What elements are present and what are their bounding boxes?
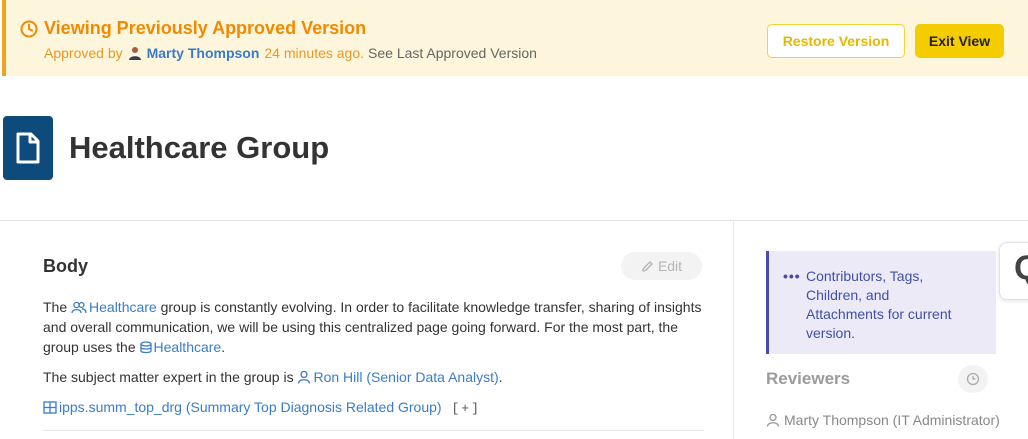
healthcare-database-label: Healthcare	[153, 339, 222, 355]
edit-button[interactable]: Edit	[621, 252, 702, 280]
approved-time: 24 minutes ago.	[264, 45, 365, 61]
approved-version-banner: Viewing Previously Approved Version Appr…	[2, 0, 1028, 76]
healthcare-database-link[interactable]: Healthcare	[139, 339, 222, 355]
p1-text-a: The	[43, 299, 68, 315]
clock-icon	[966, 372, 980, 386]
avatar	[128, 46, 142, 60]
healthcare-group-link[interactable]: Healthcare	[71, 299, 157, 315]
database-icon	[139, 341, 152, 354]
body-paragraph-1: The Healthcare group is constantly evolv…	[43, 297, 703, 357]
version-info-text: Contributors, Tags, Children, and Attach…	[806, 268, 952, 341]
restore-version-button[interactable]: Restore Version	[767, 24, 905, 58]
body-bottom-divider	[43, 430, 703, 431]
body-paragraph-2: The subject matter expert in the group i…	[43, 369, 503, 385]
page-title: Healthcare Group	[69, 130, 330, 165]
group-icon	[71, 301, 87, 314]
banner-title-row: Viewing Previously Approved Version	[20, 18, 366, 39]
table-link[interactable]: ipps.summ_top_drg (Summary Top Diagnosis…	[43, 399, 442, 415]
banner-subtitle: Approved by Marty Thompson 24 minutes ag…	[44, 45, 537, 61]
banner-title: Viewing Previously Approved Version	[44, 18, 367, 38]
p2-text-b: .	[498, 369, 503, 385]
reviewer-name: Marty Thompson (IT Administrator)	[784, 412, 1000, 428]
body-paragraph-3: ipps.summ_top_drg (Summary Top Diagnosis…	[43, 399, 481, 416]
sidebar-divider	[733, 221, 734, 439]
approved-by-label: Approved by	[44, 45, 123, 61]
healthcare-group-label: Healthcare	[89, 299, 157, 315]
clock-icon	[20, 20, 38, 38]
approver-link[interactable]: Marty Thompson	[147, 45, 260, 61]
table-link-label: ipps.summ_top_drg (Summary Top Diagnosis…	[59, 399, 442, 415]
reviewer-item[interactable]: Marty Thompson (IT Administrator)	[766, 412, 1014, 428]
pencil-icon	[642, 260, 653, 272]
ron-hill-link[interactable]: Ron Hill (Senior Data Analyst)	[297, 369, 499, 385]
p2-text-a: The subject matter expert in the group i…	[43, 369, 294, 385]
table-icon	[43, 401, 57, 414]
exit-view-button[interactable]: Exit View	[915, 24, 1004, 58]
document-icon	[3, 116, 53, 180]
more-dots-icon: •••	[783, 268, 801, 284]
ron-hill-label: Ron Hill (Senior Data Analyst)	[313, 369, 499, 385]
expand-toggle[interactable]: [+]	[451, 401, 480, 416]
history-button[interactable]	[958, 365, 988, 393]
p1-text-c: .	[221, 339, 226, 355]
see-last-approved-link[interactable]: See Last Approved Version	[368, 45, 537, 61]
user-icon	[766, 413, 780, 427]
float-tab-glyph: Q	[1014, 249, 1028, 288]
edit-label: Edit	[657, 258, 683, 274]
version-info-callout: ••• Contributors, Tags, Children, and At…	[766, 251, 996, 354]
body-heading: Body	[43, 256, 88, 276]
user-icon	[298, 370, 311, 384]
header-divider	[0, 220, 1028, 221]
floating-panel-tab[interactable]: Q	[999, 242, 1028, 300]
reviewers-heading: Reviewers	[766, 369, 851, 388]
